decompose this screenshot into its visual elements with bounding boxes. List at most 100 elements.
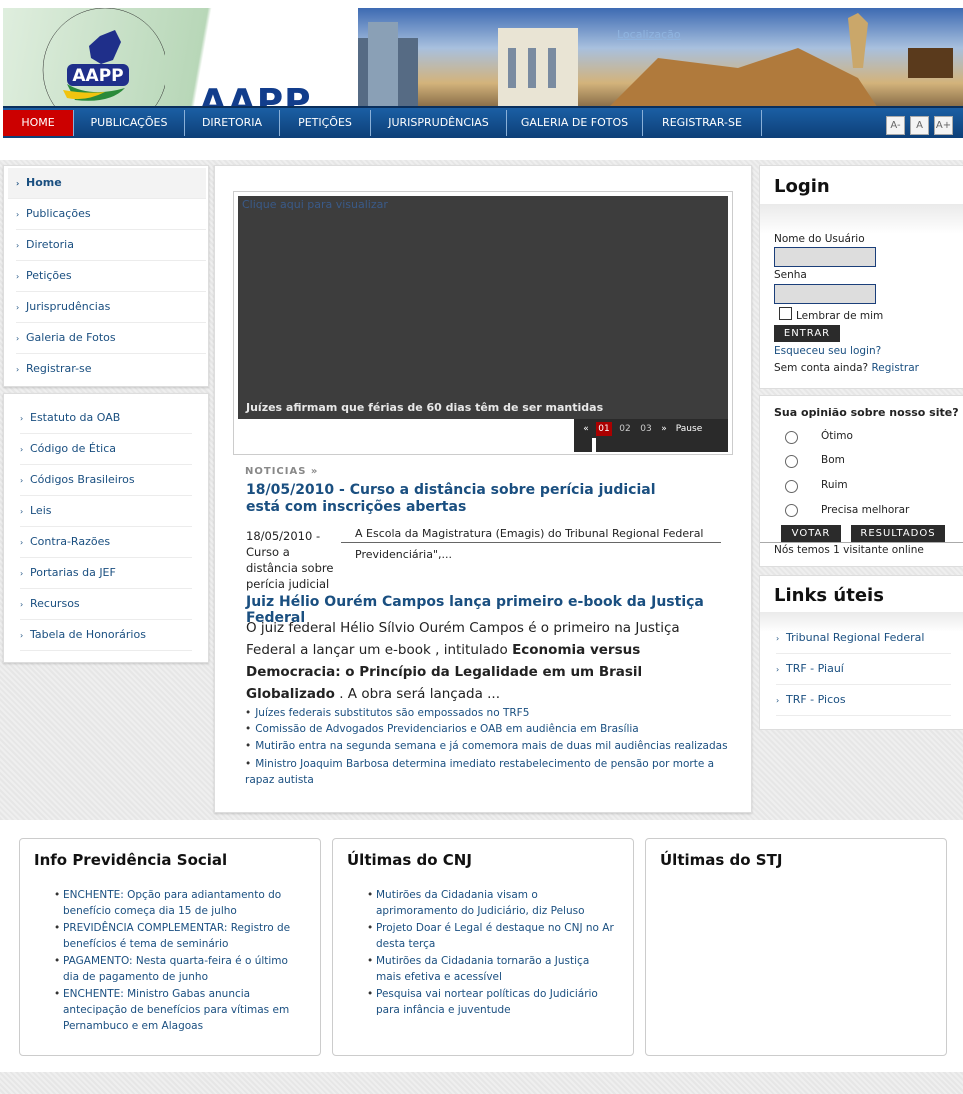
- list-item[interactable]: • Comissão de Advogados Previdenciarios e…: [245, 723, 639, 735]
- poll-option-label: Precisa melhorar: [821, 504, 910, 516]
- box-previdencia: Info Previdência Social ENCHENTE: Opção …: [19, 838, 321, 1056]
- list-item[interactable]: Projeto Doar é Legal é destaque no CNJ n…: [367, 920, 617, 952]
- list-item[interactable]: PREVIDÊNCIA COMPLEMENTAR: Registro de be…: [54, 920, 304, 952]
- slider-prev-button[interactable]: «: [578, 422, 594, 436]
- slider-next-button[interactable]: »: [656, 422, 672, 436]
- chevron-right-icon: ›: [20, 476, 24, 485]
- slider-page-02[interactable]: 02: [617, 422, 633, 436]
- secondary-menu: › Estatuto da OAB › Código de Ética › Códig…: [3, 393, 209, 663]
- slider-page-01[interactable]: 01: [596, 422, 612, 436]
- nav-peticoes[interactable]: PETIÇÕES: [280, 110, 371, 136]
- menu-label: Estatuto da OAB: [30, 411, 121, 424]
- menu-label: Códigos Brasileiros: [30, 473, 135, 486]
- menu-codigos-brasileiros[interactable]: › Códigos Brasileiros: [20, 465, 192, 496]
- link-trf[interactable]: › Tribunal Regional Federal: [776, 623, 951, 654]
- menu-galeria[interactable]: › Galeria de Fotos: [16, 323, 206, 354]
- list-item[interactable]: • Mutirão entra na segunda semana e já co…: [245, 740, 728, 752]
- font-reset-button[interactable]: A: [910, 116, 929, 135]
- list-item[interactable]: ENCHENTE: Opção para adiantamento do ben…: [54, 887, 304, 919]
- chevron-right-icon: ›: [20, 600, 24, 609]
- slide-caption[interactable]: Juízes afirmam que férias de 60 dias têm…: [246, 401, 603, 414]
- list-item[interactable]: • Ministro Joaquim Barbosa determina imed…: [245, 756, 715, 788]
- menu-codigo-etica[interactable]: › Código de Ética: [20, 434, 192, 465]
- remember-checkbox[interactable]: [779, 307, 792, 320]
- menu-registrar[interactable]: › Registrar-se: [16, 354, 206, 384]
- menu-tabela-honorarios[interactable]: › Tabela de Honorários: [20, 620, 192, 651]
- login-button[interactable]: ENTRAR: [774, 325, 840, 342]
- register-link[interactable]: Registrar: [871, 362, 919, 374]
- news-link[interactable]: Comissão de Advogados Previdenciarios e …: [255, 723, 639, 735]
- username-input[interactable]: [774, 247, 876, 267]
- link-trf-picos[interactable]: › TRF - Picos: [776, 685, 951, 716]
- poll-option-radio[interactable]: [785, 504, 798, 517]
- list-item[interactable]: Mutirões da Cidadania visam o aprimorame…: [367, 887, 617, 919]
- forgot-login-link[interactable]: Esqueceu seu login?: [774, 345, 881, 357]
- menu-estatuto-oab[interactable]: › Estatuto da OAB: [20, 403, 192, 434]
- poll-option-radio[interactable]: [785, 455, 798, 468]
- menu-peticoes[interactable]: › Petições: [16, 261, 206, 292]
- news-link[interactable]: Juízes federais substitutos são empossad…: [255, 707, 529, 719]
- news-item1-text-line2: Previdenciária",...: [355, 548, 452, 561]
- box-stj: Últimas do STJ: [645, 838, 947, 1056]
- login-panel: Login Nome do Usuário Senha Lembrar de m…: [759, 165, 963, 389]
- news-item2-text-b: . A obra será lançada ...: [334, 686, 501, 702]
- slider-page-03[interactable]: 03: [638, 422, 654, 436]
- menu-publicacoes[interactable]: › Publicações: [16, 199, 206, 230]
- menu-label: Registrar-se: [26, 362, 92, 375]
- link-label: Tribunal Regional Federal: [786, 631, 925, 644]
- link-trf-piaui[interactable]: › TRF - Piauí: [776, 654, 951, 685]
- font-increase-button[interactable]: A+: [934, 116, 953, 135]
- nav-registrar[interactable]: REGISTRAR-SE: [643, 110, 762, 136]
- chevron-right-icon: ›: [776, 634, 780, 643]
- menu-recursos[interactable]: › Recursos: [20, 589, 192, 620]
- divider: [760, 542, 963, 543]
- nav-diretoria[interactable]: DIRETORIA: [185, 110, 280, 136]
- list-item[interactable]: Pesquisa vai nortear políticas do Judici…: [367, 986, 617, 1018]
- list-item[interactable]: • Juízes federais substitutos são empossa…: [245, 707, 529, 719]
- menu-label: Portarias da JEF: [30, 566, 116, 579]
- menu-contra-razoes[interactable]: › Contra-Razões: [20, 527, 192, 558]
- news-item1-thumbnail[interactable]: 18/05/2010 - Curso a distância sobre per…: [246, 528, 341, 592]
- list-item[interactable]: Mutirões da Cidadania tornarão a Justiça…: [367, 953, 617, 985]
- menu-diretoria[interactable]: › Diretoria: [16, 230, 206, 261]
- list-item[interactable]: ENCHENTE: Ministro Gabas anuncia antecip…: [54, 986, 304, 1034]
- font-decrease-button[interactable]: A-: [886, 116, 905, 135]
- slide-link[interactable]: Clique aqui para visualizar: [242, 198, 388, 211]
- poll-panel: Sua opinião sobre nosso site? Ótimo Bom …: [759, 395, 963, 567]
- double-chevron-icon: »: [310, 466, 319, 477]
- list-item[interactable]: PAGAMENTO: Nesta quarta-feira é o último…: [54, 953, 304, 985]
- password-label: Senha: [774, 269, 807, 281]
- banner-image: [358, 13, 953, 108]
- nav-jurisprudencias[interactable]: JURISPRUDÊNCIAS: [371, 110, 507, 136]
- news-item1-title[interactable]: 18/05/2010 - Curso a distância sobre per…: [246, 482, 686, 516]
- news-link[interactable]: Ministro Joaquim Barbosa determina imedi…: [245, 758, 714, 786]
- menu-jurisprudencias[interactable]: › Jurisprudências: [16, 292, 206, 323]
- menu-label: Petições: [26, 269, 72, 282]
- poll-option-radio[interactable]: [785, 480, 798, 493]
- results-button[interactable]: RESULTADOS: [851, 525, 945, 542]
- location-link[interactable]: Localização: [617, 28, 681, 41]
- chevron-right-icon: ›: [20, 445, 24, 454]
- news-link[interactable]: Mutirão entra na segunda semana e já com…: [255, 740, 727, 752]
- chevron-right-icon: ›: [16, 241, 20, 250]
- slider-progress: [592, 438, 596, 452]
- links-panel: Links úteis › Tribunal Regional Federal ›…: [759, 575, 963, 730]
- link-label: TRF - Piauí: [786, 662, 844, 675]
- menu-home[interactable]: › Home: [8, 168, 206, 199]
- poll-option-radio[interactable]: [785, 431, 798, 444]
- slide-image[interactable]: Clique aqui para visualizar Juízes afirm…: [238, 196, 728, 419]
- login-title: Login: [774, 176, 830, 197]
- menu-leis[interactable]: › Leis: [20, 496, 192, 527]
- vote-button[interactable]: VOTAR: [781, 525, 841, 542]
- menu-label: Recursos: [30, 597, 80, 610]
- nav-galeria[interactable]: GALERIA DE FOTOS: [507, 110, 643, 136]
- nav-publicacoes[interactable]: PUBLICAÇÕES: [74, 110, 185, 136]
- slider-pause-button[interactable]: Pause: [672, 422, 706, 436]
- chevron-right-icon: ›: [16, 334, 20, 343]
- box-title: Últimas do CNJ: [347, 851, 472, 869]
- news-item1-text-line1: A Escola da Magistratura (Emagis) do Tri…: [355, 527, 704, 540]
- password-input[interactable]: [774, 284, 876, 304]
- association-seal[interactable]: AAPP: [15, 8, 165, 108]
- nav-home[interactable]: HOME: [3, 110, 74, 136]
- menu-portarias-jef[interactable]: › Portarias da JEF: [20, 558, 192, 589]
